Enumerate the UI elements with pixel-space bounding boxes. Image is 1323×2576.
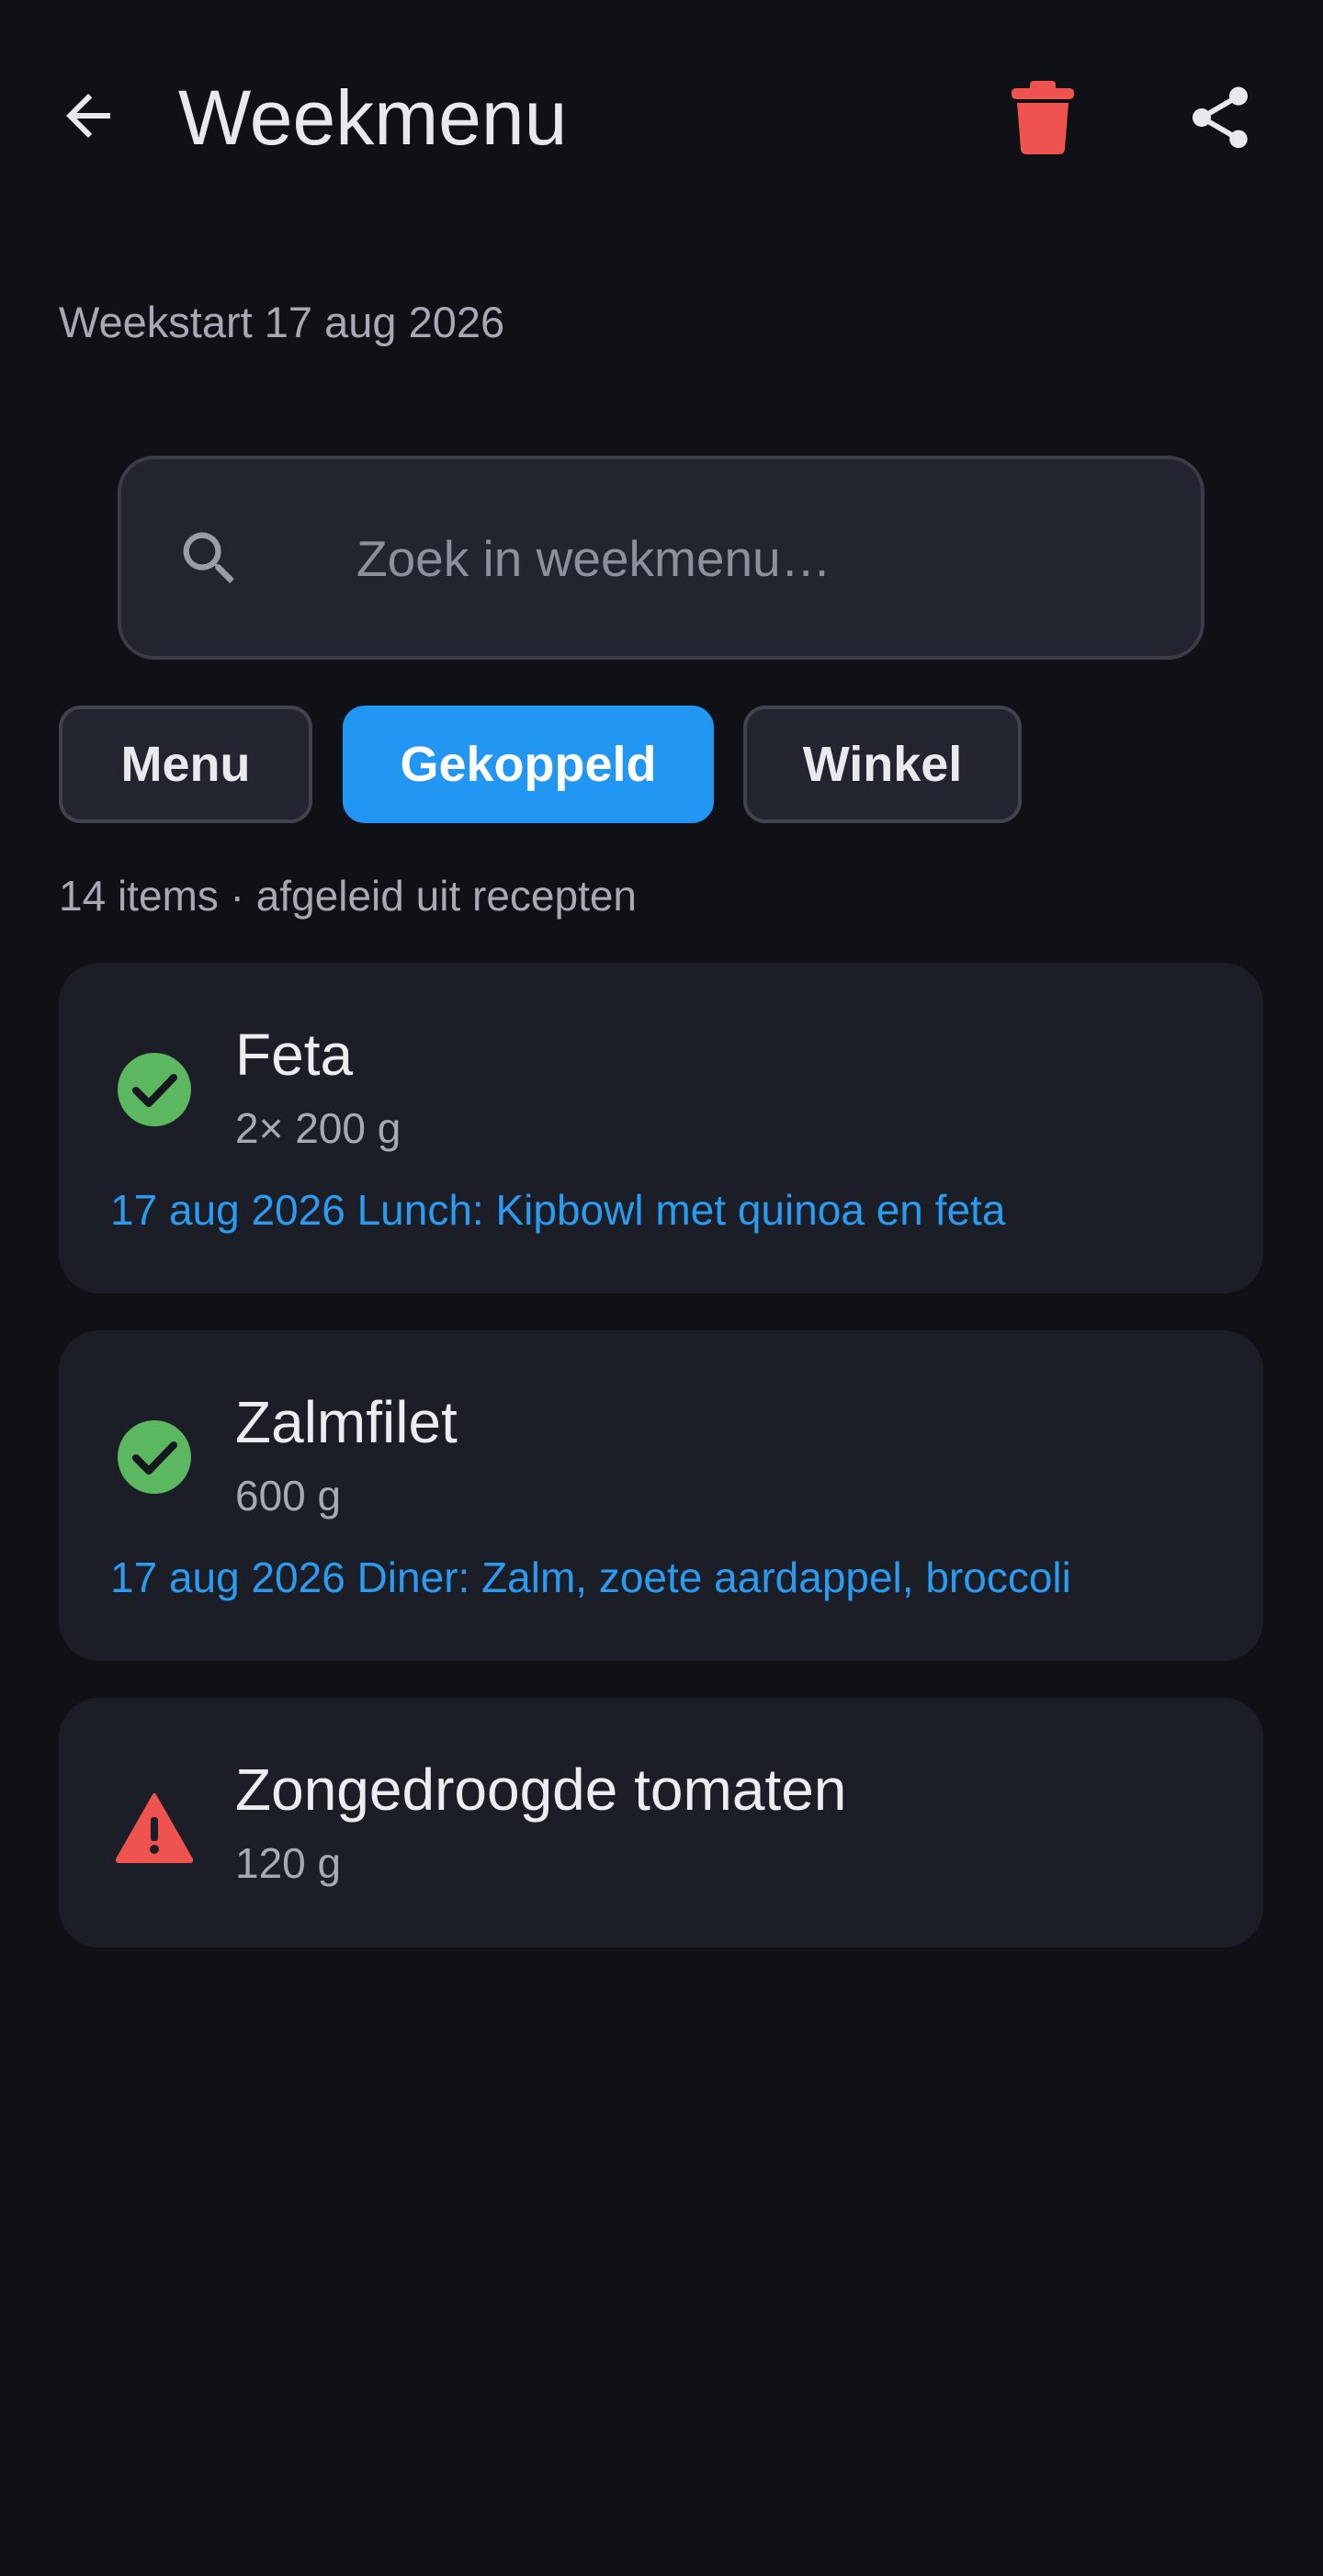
top-app-bar: Weekmenu [0,0,1323,235]
tab-menu[interactable]: Menu [59,706,312,823]
recipe-link[interactable]: 17 aug 2026 Diner: Zalm, zoete aardappel… [110,1549,1071,1606]
tab-gekoppeld[interactable]: Gekoppeld [343,706,714,823]
list-item[interactable]: Zalmfilet 600 g 17 aug 2026 Diner: Zalm,… [59,1330,1263,1661]
list-item[interactable]: Feta 2× 200 g 17 aug 2026 Lunch: Kipbowl… [59,963,1263,1294]
app-screen: Weekmenu Weekstart 17 aug 2026 Menu Geko… [0,0,1323,2576]
recipe-link[interactable]: 17 aug 2026 Lunch: Kipbowl met quinoa en… [110,1181,1005,1238]
search-icon [183,532,234,583]
arrow-back-icon [66,94,110,138]
weekstart-label: Weekstart 17 aug 2026 [59,298,505,346]
item-name: Feta [235,1022,354,1088]
search-input[interactable] [356,513,1147,604]
trash-icon [1012,81,1074,154]
list-item[interactable]: Zongedroogde tomaten 120 g [59,1698,1263,1948]
tab-winkel[interactable]: Winkel [743,706,1022,823]
item-quantity: 120 g [235,1839,342,1887]
item-quantity: 2× 200 g [235,1104,401,1152]
share-icon [1193,86,1248,149]
items-summary: 14 items · afgeleid uit recepten [59,872,638,920]
item-name: Zalmfilet [235,1389,458,1455]
check-circle-icon [118,1053,191,1126]
search-box[interactable] [118,456,1204,660]
item-name: Zongedroogde tomaten [235,1757,847,1823]
item-quantity: 600 g [235,1472,342,1520]
delete-button[interactable] [999,73,1087,162]
back-button[interactable] [44,72,132,160]
check-circle-icon [118,1420,191,1494]
warning-triangle-icon [116,1793,193,1863]
page-title: Weekmenu [178,74,568,161]
share-button[interactable] [1176,73,1264,162]
